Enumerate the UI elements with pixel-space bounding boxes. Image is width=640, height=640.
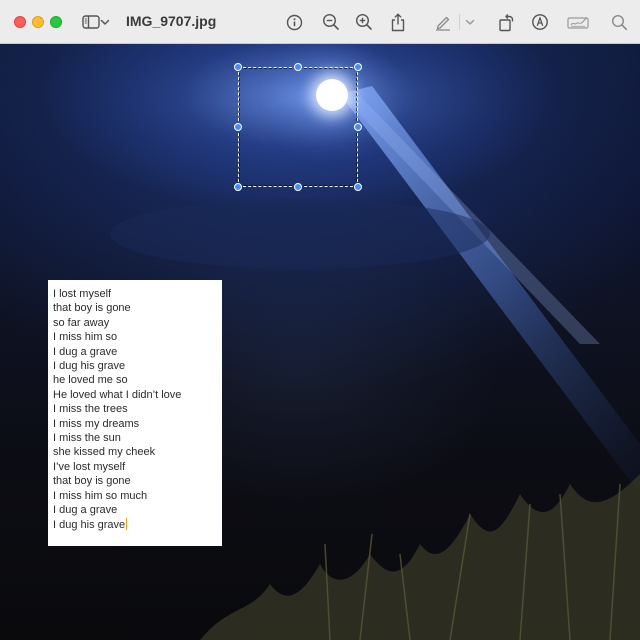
text-line: He loved what I didn’t love [53, 388, 182, 401]
text-line: I miss the trees [53, 403, 128, 416]
text-line: I miss him so much [53, 489, 148, 502]
signature-icon[interactable] [566, 10, 590, 34]
chevron-down-icon[interactable] [463, 10, 477, 34]
selection-handle-top-right[interactable] [354, 63, 362, 71]
zoom-out-icon[interactable] [319, 10, 343, 34]
image-canvas[interactable]: I lost myself that boy is gone so far aw… [0, 44, 640, 640]
text-line: I dug his grave [53, 360, 126, 373]
selection-handle-bottom-left[interactable] [234, 183, 242, 191]
chevron-down-icon[interactable] [98, 10, 112, 34]
text-line-last: I dug his grave [53, 517, 222, 532]
text-line: that boy is gone [53, 302, 131, 315]
text-annotation-box[interactable]: I lost myself that boy is gone so far aw… [48, 280, 222, 546]
text-line: I’ve lost myself [53, 460, 126, 473]
toolbar-separator [459, 14, 460, 30]
text-line: so far away [53, 316, 110, 329]
selection-handle-bottom-right[interactable] [354, 183, 362, 191]
text-line: I miss the sun [53, 432, 121, 445]
maximize-button[interactable] [50, 16, 62, 28]
window-title: IMG_9707.jpg [126, 13, 217, 29]
text-line: he loved me so [53, 374, 128, 387]
selection-handle-top[interactable] [294, 63, 302, 71]
highlight-pen-icon[interactable] [431, 10, 455, 34]
text-line: I dug his grave [53, 518, 126, 531]
search-icon[interactable] [607, 10, 631, 34]
rotate-icon[interactable] [494, 10, 518, 34]
text-line: she kissed my cheek [53, 446, 156, 459]
close-button[interactable] [14, 16, 26, 28]
selection-handle-bottom[interactable] [294, 183, 302, 191]
selection-handle-right[interactable] [354, 123, 362, 131]
minimize-button[interactable] [32, 16, 44, 28]
text-line: that boy is gone [53, 475, 131, 488]
text-caret [126, 517, 128, 530]
text-line: I dug a grave [53, 504, 118, 517]
toolbar: IMG_9707.jpg [0, 0, 640, 44]
selection-handle-top-left[interactable] [234, 63, 242, 71]
zoom-in-icon[interactable] [352, 10, 376, 34]
text-line: I lost myself [53, 288, 112, 300]
text-line: I miss my dreams [53, 417, 140, 430]
text-line: I dug a grave [53, 345, 118, 358]
selection-rectangle[interactable] [238, 67, 358, 187]
share-icon[interactable] [386, 10, 410, 34]
markup-icon[interactable] [528, 10, 552, 34]
preview-window: IMG_9707.jpg I lost myself that boy is g… [0, 0, 640, 640]
info-icon[interactable] [282, 10, 306, 34]
text-line: I miss him so [53, 331, 118, 344]
selection-handle-left[interactable] [234, 123, 242, 131]
